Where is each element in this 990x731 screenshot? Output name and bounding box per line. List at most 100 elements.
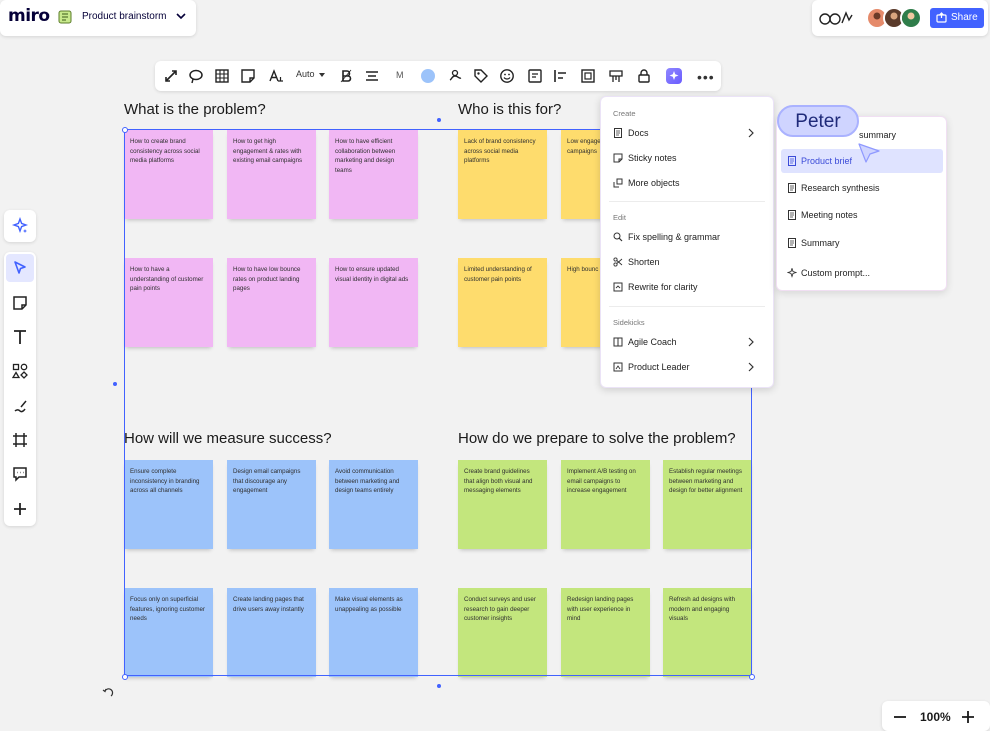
menu-item-fix-spelling[interactable]: Fix spelling & grammar	[605, 226, 769, 248]
select-cursor-icon[interactable]	[12, 260, 28, 276]
connection-line-icon[interactable]	[163, 68, 179, 84]
submenu-item-label: summary	[859, 130, 897, 140]
fill-color-icon[interactable]	[421, 69, 435, 83]
resize-handle[interactable]	[113, 382, 117, 386]
share-button[interactable]: Share	[930, 8, 984, 28]
doc-icon	[614, 128, 622, 138]
menu-item-agile-coach[interactable]: Agile Coach	[605, 331, 769, 353]
sticky-note-icon	[613, 153, 623, 163]
menu-item-label: Fix spelling & grammar	[628, 232, 721, 242]
bold-icon[interactable]	[338, 68, 354, 84]
sticky-note-icon[interactable]	[240, 68, 256, 84]
lock-icon[interactable]	[636, 68, 652, 84]
align-center-icon[interactable]	[364, 68, 380, 84]
left-toolbar	[4, 252, 36, 526]
menu-item-label: Shorten	[628, 257, 660, 267]
tag-icon[interactable]	[473, 68, 489, 84]
collaborator-cursor-icon	[858, 143, 880, 163]
menu-item-more-objects[interactable]: More objects	[605, 172, 769, 194]
brush-icon[interactable]	[447, 68, 463, 84]
doc-icon	[788, 156, 796, 166]
ai-menu: Create Docs Sticky notes More objects Ed…	[600, 96, 774, 388]
submenu-item-summary[interactable]: Summary	[781, 231, 943, 255]
menu-item-label: More objects	[628, 178, 680, 188]
submenu-item-label: Custom prompt...	[801, 268, 871, 278]
font-size-select[interactable]: Auto	[296, 69, 315, 79]
sticky-note-icon[interactable]	[12, 295, 28, 311]
menu-item-docs[interactable]: Docs	[605, 122, 769, 144]
chevron-down-icon[interactable]	[175, 10, 187, 22]
board-icon	[58, 10, 72, 24]
corner-handle[interactable]	[122, 127, 128, 133]
ai-sparkle-icon	[669, 71, 679, 80]
pen-icon[interactable]	[12, 398, 28, 414]
zoom-controls: 100%	[882, 701, 990, 731]
submenu-item-custom-prompt[interactable]: Custom prompt...	[781, 261, 943, 285]
frame-icon[interactable]	[12, 432, 28, 448]
chevron-down-icon[interactable]	[319, 73, 325, 77]
section-title: What is the problem?	[124, 101, 266, 118]
ai-sparkle-button[interactable]	[666, 68, 682, 84]
menu-item-label: Rewrite for clarity	[628, 282, 698, 292]
zoom-in-icon[interactable]	[960, 709, 976, 725]
submenu-item-label: Summary	[801, 238, 840, 248]
menu-item-label: Agile Coach	[628, 337, 677, 347]
lasso-icon[interactable]	[188, 68, 204, 84]
chevron-right-icon	[748, 337, 754, 347]
submenu-item-label: Product brief	[801, 156, 853, 166]
context-toolbar: Auto M •••	[155, 61, 721, 91]
doc-icon	[788, 183, 796, 193]
table-icon[interactable]	[214, 68, 230, 84]
corner-handle[interactable]	[749, 674, 755, 680]
shapes-icon[interactable]	[12, 363, 28, 379]
text-icon[interactable]	[12, 329, 28, 345]
doc-icon	[788, 238, 796, 248]
share-button-label: Share	[951, 12, 978, 23]
menu-item-label: Sticky notes	[628, 153, 677, 163]
resize-handle[interactable]	[437, 684, 441, 688]
resize-handle[interactable]	[437, 118, 441, 122]
size-select[interactable]: M	[396, 70, 404, 80]
menu-divider	[609, 201, 765, 202]
reactions-icon[interactable]	[818, 9, 854, 27]
menu-header-edit: Edit	[613, 213, 626, 222]
add-icon[interactable]	[12, 501, 28, 517]
text-format-icon[interactable]	[268, 68, 284, 84]
section-title: Who is this for?	[458, 101, 562, 118]
zoom-out-icon[interactable]	[892, 709, 908, 725]
corner-handle[interactable]	[122, 674, 128, 680]
chevron-right-icon	[748, 362, 754, 372]
share-icon	[936, 12, 947, 23]
menu-item-label: Docs	[628, 128, 649, 138]
emoji-icon[interactable]	[499, 68, 515, 84]
frame-icon[interactable]	[580, 68, 596, 84]
submenu-item-research-synthesis[interactable]: Research synthesis	[781, 176, 943, 200]
chevron-right-icon	[748, 128, 754, 138]
rotate-icon[interactable]	[102, 688, 114, 700]
more-options-button[interactable]: •••	[697, 69, 715, 85]
miro-logo[interactable]: miro	[8, 6, 50, 26]
align-left-icon[interactable]	[553, 68, 569, 84]
card-icon[interactable]	[527, 68, 543, 84]
submenu-item-label: Research synthesis	[801, 183, 880, 193]
product-leader-icon	[613, 362, 623, 372]
menu-item-rewrite[interactable]: Rewrite for clarity	[605, 276, 769, 298]
collaborator-cursor-label: Peter	[777, 105, 859, 137]
menu-item-sticky-notes[interactable]: Sticky notes	[605, 147, 769, 169]
menu-item-product-leader[interactable]: Product Leader	[605, 356, 769, 378]
grid-icon[interactable]	[608, 68, 624, 84]
ai-assist-button[interactable]	[4, 210, 36, 242]
menu-header-create: Create	[613, 109, 636, 118]
more-objects-icon	[613, 178, 623, 188]
spellcheck-icon	[613, 232, 623, 242]
submenu-item-meeting-notes[interactable]: Meeting notes	[781, 203, 943, 227]
scissors-icon	[613, 257, 623, 267]
menu-header-sidekicks: Sidekicks	[613, 318, 645, 327]
rewrite-icon	[613, 282, 623, 292]
avatar[interactable]	[900, 7, 922, 29]
board-name[interactable]: Product brainstorm	[82, 11, 166, 22]
zoom-level[interactable]: 100%	[920, 710, 951, 724]
menu-item-shorten[interactable]: Shorten	[605, 251, 769, 273]
comment-icon[interactable]	[12, 466, 28, 482]
sparkle-icon	[787, 268, 797, 278]
